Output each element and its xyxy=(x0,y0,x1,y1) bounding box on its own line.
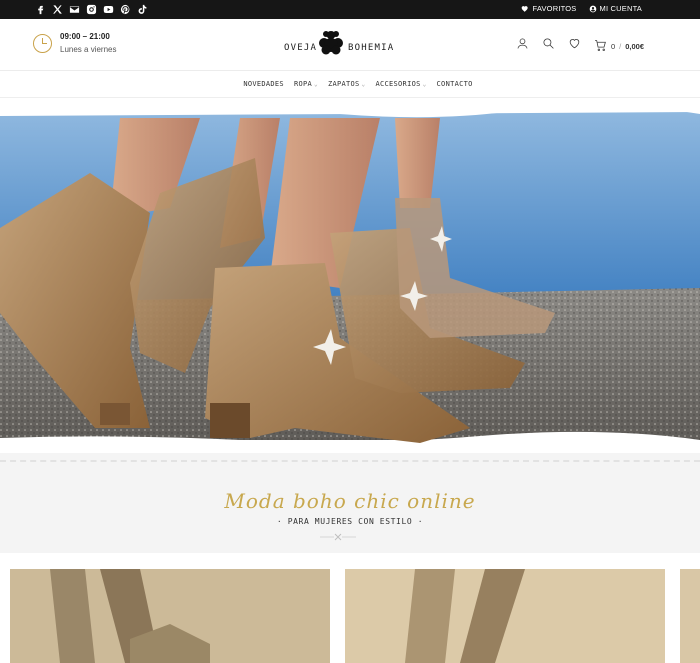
main-nav: NOVEDADES ROPA ⌄ ZAPATOS ⌄ ACCESORIOS ⌄ CON… xyxy=(0,71,700,98)
logo-text-left: OVEJA xyxy=(284,43,318,53)
nav-item-ropa[interactable]: ROPA ⌄ xyxy=(294,80,318,88)
nav-item-label: CONTACTO xyxy=(436,80,473,88)
tagline-title: Moda boho chic online xyxy=(224,489,476,513)
top-bar: FAVORITOS MI CUENTA xyxy=(0,0,700,19)
site-logo[interactable]: OVEJA BOHEMIA xyxy=(284,29,394,59)
site-header: 09:00 – 21:00 Lunes a viernes OVEJA BOHE… xyxy=(0,19,700,71)
tagline-subtitle: · PARA MUJERES CON ESTILO · xyxy=(276,517,424,526)
hours-days: Lunes a viernes xyxy=(60,45,117,54)
nav-item-label: NOVEDADES xyxy=(243,80,284,88)
chevron-down-icon: ⌄ xyxy=(361,80,366,88)
cart-count: 0 xyxy=(610,41,616,51)
opening-hours: 09:00 – 21:00 Lunes a viernes xyxy=(33,32,116,54)
ornament-divider xyxy=(320,533,356,541)
account-icon[interactable] xyxy=(516,37,529,55)
hero-banner[interactable] xyxy=(0,98,700,453)
social-links xyxy=(34,3,148,15)
pinterest-icon[interactable] xyxy=(119,3,131,15)
youtube-icon[interactable] xyxy=(102,3,114,15)
cart-total: 0,00€ xyxy=(625,41,644,51)
favorites-label: FAVORITOS xyxy=(532,4,577,13)
x-icon[interactable] xyxy=(51,3,63,15)
chevron-down-icon: ⌄ xyxy=(314,80,318,88)
category-image xyxy=(10,569,330,663)
cart-icon xyxy=(594,39,607,54)
category-tile[interactable] xyxy=(10,569,330,663)
account-link[interactable]: MI CUENTA xyxy=(589,4,643,13)
user-circle-icon xyxy=(589,5,596,12)
logo-text-right: BOHEMIA xyxy=(348,43,395,53)
instagram-icon[interactable] xyxy=(85,3,97,15)
cart-separator: / xyxy=(619,41,622,51)
search-icon[interactable] xyxy=(542,37,555,55)
dashed-divider xyxy=(0,460,700,462)
sheep-logo-icon xyxy=(319,31,343,55)
nav-item-accesorios[interactable]: ACCESORIOS ⌄ xyxy=(375,80,426,88)
hero-image xyxy=(0,98,700,453)
nav-item-label: ROPA xyxy=(293,80,313,88)
category-image xyxy=(345,569,665,663)
cart-button[interactable]: 0 / 0,00€ xyxy=(594,39,644,54)
tagline-section: Moda boho chic online · PARA MUJERES CON… xyxy=(0,453,700,553)
nav-item-label: ACCESORIOS xyxy=(375,80,421,88)
facebook-icon[interactable] xyxy=(34,3,46,15)
category-tile[interactable] xyxy=(680,569,700,663)
nav-item-label: ZAPATOS xyxy=(327,80,360,88)
clock-icon xyxy=(33,33,52,53)
nav-item-novedades[interactable]: NOVEDADES xyxy=(243,80,284,88)
nav-item-contacto[interactable]: CONTACTO xyxy=(437,80,473,88)
category-tile[interactable] xyxy=(345,569,665,663)
wishlist-heart-icon[interactable] xyxy=(568,37,581,55)
mail-icon[interactable] xyxy=(68,3,80,15)
heart-icon xyxy=(522,5,529,12)
nav-item-zapatos[interactable]: ZAPATOS ⌄ xyxy=(328,80,366,88)
account-label: MI CUENTA xyxy=(599,4,642,13)
category-image xyxy=(680,569,700,663)
chevron-down-icon: ⌄ xyxy=(422,80,427,88)
favorites-link[interactable]: FAVORITOS xyxy=(521,4,576,13)
hours-time: 09:00 – 21:00 xyxy=(60,32,110,41)
category-tiles xyxy=(0,553,700,663)
tiktok-icon[interactable] xyxy=(136,3,148,15)
